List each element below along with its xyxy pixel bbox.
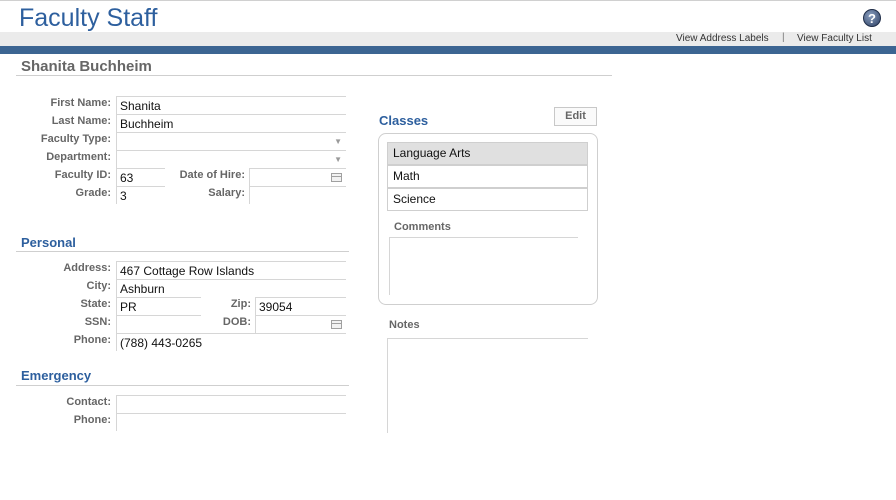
last-name-label: Last Name: [51, 115, 111, 127]
ssn-label: SSN: [84, 316, 111, 328]
faculty-type-select[interactable]: ▼ [116, 132, 346, 150]
zip-field[interactable]: 39054 [255, 297, 346, 315]
contact-label: Contact: [66, 396, 111, 408]
personal-section-title: Personal [21, 235, 76, 250]
city-field[interactable]: Ashburn [116, 279, 346, 297]
header-accent-bar [0, 46, 896, 54]
notes-label: Notes [389, 319, 420, 331]
view-address-labels-link[interactable]: View Address Labels [676, 33, 769, 44]
comments-textarea[interactable] [389, 237, 578, 295]
state-label: State: [80, 298, 111, 310]
last-name-field[interactable]: Buchheim [116, 114, 346, 132]
department-select[interactable]: ▼ [116, 150, 346, 168]
faculty-id-field[interactable]: 63 [116, 168, 165, 186]
address-label: Address: [63, 262, 111, 274]
date-of-hire-field[interactable] [249, 168, 346, 186]
grade-label: Grade: [75, 187, 111, 199]
record-title: Shanita Buchheim [21, 58, 152, 75]
calendar-icon[interactable] [331, 320, 342, 329]
personal-divider [16, 251, 349, 252]
emergency-phone-field[interactable] [116, 413, 346, 431]
dob-field[interactable] [255, 315, 346, 333]
first-name-field[interactable]: Shanita [116, 96, 346, 114]
city-label: City: [86, 280, 111, 292]
emergency-contact-field[interactable] [116, 395, 346, 413]
salary-field[interactable] [249, 186, 346, 204]
faculty-type-label: Faculty Type: [40, 133, 111, 145]
help-icon[interactable]: ? [863, 9, 881, 27]
phone-label: Phone: [73, 334, 111, 346]
class-item-science[interactable]: Science [387, 188, 588, 211]
first-name-label: First Name: [50, 97, 111, 109]
classes-section-title: Classes [379, 113, 429, 128]
grade-field[interactable]: 3 [116, 186, 165, 204]
date-of-hire-label: Date of Hire: [179, 169, 245, 181]
zip-label: Zip: [230, 298, 251, 310]
dob-label: DOB: [222, 316, 251, 328]
phone-field[interactable]: (788) 443-0265 [116, 333, 346, 351]
address-field[interactable]: 467 Cottage Row Islands [116, 261, 346, 279]
emergency-divider [16, 385, 349, 386]
edit-classes-button[interactable]: Edit [554, 107, 597, 126]
class-item-language-arts[interactable]: Language Arts [387, 142, 588, 165]
dropdown-arrow-icon[interactable]: ▼ [334, 155, 342, 164]
app-title: Faculty Staff [19, 4, 158, 32]
class-item-math[interactable]: Math [387, 165, 588, 188]
department-label: Department: [46, 151, 111, 163]
emergency-phone-label: Phone: [73, 414, 111, 426]
link-separator: | [782, 32, 785, 43]
salary-label: Salary: [208, 187, 245, 199]
comments-label: Comments [394, 221, 451, 233]
state-field[interactable]: PR [116, 297, 201, 315]
ssn-field[interactable] [116, 315, 201, 333]
notes-textarea[interactable] [387, 338, 588, 433]
view-faculty-list-link[interactable]: View Faculty List [797, 33, 872, 44]
app-header: Faculty Staff ? [0, 0, 896, 33]
faculty-id-label: Faculty ID: [54, 169, 111, 181]
dropdown-arrow-icon[interactable]: ▼ [334, 137, 342, 146]
calendar-icon[interactable] [331, 173, 342, 182]
record-divider [16, 75, 612, 76]
emergency-section-title: Emergency [21, 368, 92, 383]
